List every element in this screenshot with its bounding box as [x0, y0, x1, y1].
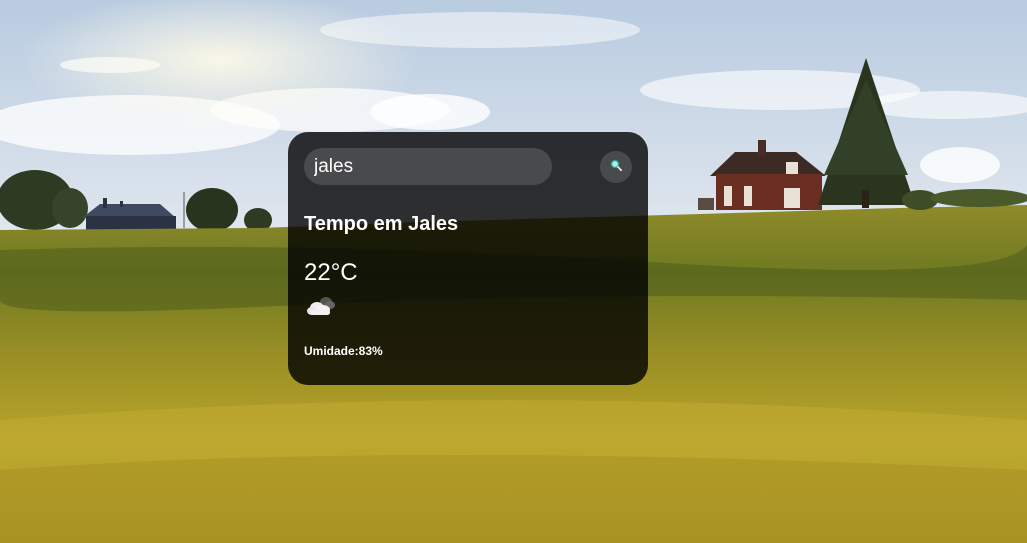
- search-icon: [609, 158, 623, 175]
- search-bar: [304, 148, 632, 185]
- temperature: 22°C: [304, 259, 358, 286]
- search-input[interactable]: [304, 148, 552, 185]
- weather-card: Tempo em Jales 22°C Umidade:83%: [288, 132, 648, 385]
- partly-cloudy-icon: [304, 290, 340, 320]
- city-title: Tempo em Jales: [304, 213, 459, 235]
- humidity-text: Umidade:83%: [304, 344, 383, 358]
- search-button[interactable]: [600, 150, 632, 183]
